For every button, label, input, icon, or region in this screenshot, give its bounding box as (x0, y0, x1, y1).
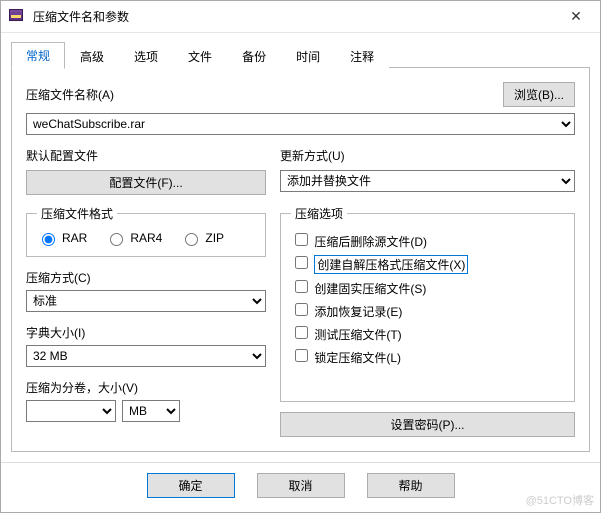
tab-files[interactable]: 文件 (173, 43, 227, 69)
dialog-buttons: 确定 取消 帮助 (1, 462, 600, 512)
tab-general[interactable]: 常规 (11, 42, 65, 69)
format-zip[interactable]: ZIP (180, 230, 224, 246)
split-volume-size[interactable] (26, 400, 116, 422)
browse-button[interactable]: 浏览(B)... (503, 82, 575, 107)
archive-format-legend: 压缩文件格式 (37, 205, 117, 222)
compression-method-select[interactable]: 标准 (26, 290, 266, 312)
opt-lock-archive[interactable]: 锁定压缩文件(L) (291, 346, 564, 366)
opt-create-sfx[interactable]: 创建自解压格式压缩文件(X) (291, 253, 564, 274)
compression-options-group: 压缩选项 压缩后删除源文件(D) 创建自解压格式压缩文件(X) 创建固实压缩文件… (280, 205, 575, 402)
update-mode-label: 更新方式(U) (280, 147, 575, 164)
format-rar[interactable]: RAR (37, 230, 87, 246)
opt-solid-archive[interactable]: 创建固实压缩文件(S) (291, 277, 564, 297)
tab-backup[interactable]: 备份 (227, 43, 281, 69)
update-mode-select[interactable]: 添加并替换文件 (280, 170, 575, 192)
profile-button[interactable]: 配置文件(F)... (26, 170, 266, 195)
archive-format-group: 压缩文件格式 RAR RAR4 ZIP (26, 205, 266, 257)
compression-options-legend: 压缩选项 (291, 205, 347, 222)
opt-test-archive[interactable]: 测试压缩文件(T) (291, 323, 564, 343)
format-rar4[interactable]: RAR4 (105, 230, 162, 246)
opt-delete-source[interactable]: 压缩后删除源文件(D) (291, 230, 564, 250)
set-password-button[interactable]: 设置密码(P)... (280, 412, 575, 437)
window-title: 压缩文件名和参数 (33, 8, 556, 25)
tab-time[interactable]: 时间 (281, 43, 335, 69)
app-icon (9, 9, 25, 25)
help-button[interactable]: 帮助 (367, 473, 455, 498)
tabs: 常规 高级 选项 文件 备份 时间 注释 (1, 33, 600, 68)
archive-name-input[interactable]: weChatSubscribe.rar (26, 113, 575, 135)
close-button[interactable]: ✕ (556, 3, 596, 31)
archive-name-label: 压缩文件名称(A) (26, 86, 114, 103)
profile-label: 默认配置文件 (26, 147, 266, 164)
dialog-window: 压缩文件名和参数 ✕ 常规 高级 选项 文件 备份 时间 注释 压缩文件名称(A… (0, 0, 601, 513)
dictionary-size-label: 字典大小(I) (26, 324, 266, 341)
titlebar: 压缩文件名和参数 ✕ (1, 1, 600, 33)
ok-button[interactable]: 确定 (147, 473, 235, 498)
split-volume-unit[interactable]: MB (122, 400, 180, 422)
tab-panel-general: 压缩文件名称(A) 浏览(B)... weChatSubscribe.rar 默… (11, 68, 590, 452)
split-volume-label: 压缩为分卷，大小(V) (26, 379, 266, 396)
opt-recovery-record[interactable]: 添加恢复记录(E) (291, 300, 564, 320)
cancel-button[interactable]: 取消 (257, 473, 345, 498)
tab-comment[interactable]: 注释 (335, 43, 389, 69)
compression-method-label: 压缩方式(C) (26, 269, 266, 286)
tab-advanced[interactable]: 高级 (65, 43, 119, 69)
dictionary-size-select[interactable]: 32 MB (26, 345, 266, 367)
tab-options[interactable]: 选项 (119, 43, 173, 69)
